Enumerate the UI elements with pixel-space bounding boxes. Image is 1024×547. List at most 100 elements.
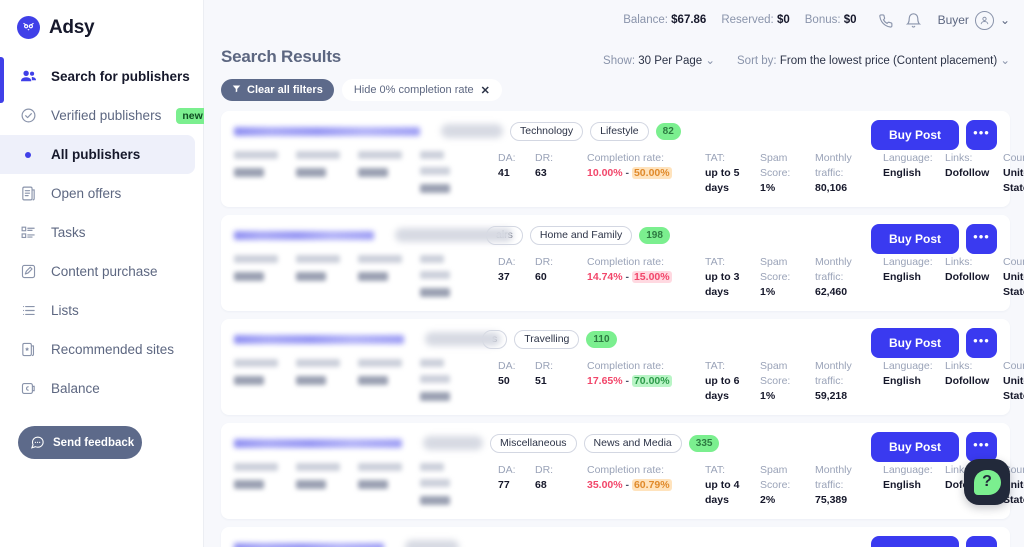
sidebar-item-search-for-publishers[interactable]: Search for publishers ⌄ (0, 57, 212, 96)
monthly-traffic-metric: Monthly traffic: 59,218 (815, 359, 883, 404)
sidebar-item-verified-publishers[interactable]: Verified publishers new (0, 96, 209, 135)
results-header: Search Results Show: 30 Per Page ⌄ Sort … (221, 47, 1010, 67)
monthly-traffic-metric: Monthly traffic: 75,389 (815, 463, 883, 508)
per-page-select[interactable]: Show: 30 Per Page ⌄ (603, 53, 715, 67)
country-metric: Country: United States (1003, 151, 1024, 196)
buy-post-button[interactable]: Buy Post (871, 536, 959, 547)
monthly-traffic-value: 75,389 (815, 494, 848, 506)
phone-icon[interactable] (872, 6, 900, 34)
sidebar-item-lists[interactable]: Lists (0, 291, 195, 330)
long-article-price-redacted (420, 463, 482, 505)
publisher-card[interactable]: Miscellaneous News and Media 335 Buy Pos… (221, 423, 1024, 519)
users-icon (18, 67, 38, 87)
category-tag[interactable]: Lifestyle (590, 121, 649, 141)
category-redacted (395, 228, 513, 242)
links-label: Links: (945, 360, 973, 372)
category-tag[interactable]: News and Media (583, 433, 682, 453)
language-label: Language: (883, 152, 933, 164)
more-options-icon[interactable]: ••• (966, 224, 997, 254)
card-metrics: DA: 50 DR: 51 Completion rate: 17.65% - … (498, 359, 1024, 404)
spam-score-metric: Spam Score: 1% (760, 359, 815, 404)
country-label: Country: (1003, 152, 1024, 164)
chevron-down-icon: ⌄ (705, 55, 715, 67)
help-question-icon[interactable]: ? (964, 459, 1010, 505)
more-options-icon[interactable]: ••• (966, 328, 997, 358)
da-label: DA: (498, 256, 516, 268)
send-feedback-button[interactable]: Send feedback (18, 426, 142, 459)
page-title: Search Results (221, 47, 342, 66)
user-menu[interactable]: Buyer ⌄ (938, 10, 1010, 30)
filter-bar: Clear all filters Hide 0% completion rat… (221, 79, 1010, 101)
site-url-redacted[interactable] (234, 542, 384, 547)
card-body: DA: 41 DR: 63 Completion rate: 10.00% - … (234, 151, 1024, 196)
owl-logo-icon (17, 16, 40, 39)
country-label: Country: (1003, 256, 1024, 268)
publisher-card[interactable]: s Travelling 110 Buy Post ••• (221, 319, 1024, 415)
site-url-redacted[interactable] (234, 334, 404, 344)
completion-rate-high: 15.00% (631, 271, 672, 283)
buy-post-button[interactable]: Buy Post (871, 120, 959, 150)
brand-logo[interactable]: Adsy (0, 0, 203, 57)
close-icon[interactable]: ✕ (481, 84, 490, 97)
sidebar-item-all-publishers[interactable]: All publishers (0, 135, 195, 174)
monthly-traffic-metric: Monthly traffic: 62,460 (815, 255, 883, 300)
publisher-card[interactable]: Technology Lifestyle 82 Buy Post ••• DA:… (221, 111, 1024, 207)
chevron-down-icon: ⌄ (999, 13, 1010, 27)
publisher-card[interactable]: airs Home and Family 198 Buy Post ••• (221, 215, 1024, 311)
sidebar-item-open-offers[interactable]: Open offers (0, 174, 195, 213)
completion-rate-high: 60.79% (631, 479, 672, 491)
publisher-card-partial[interactable]: Buy Post (221, 527, 1010, 547)
bell-icon[interactable] (900, 6, 928, 34)
more-options-icon[interactable]: ••• (966, 120, 997, 150)
country-label: Country: (1003, 360, 1024, 372)
bonus-value: $0 (843, 14, 857, 26)
more-options-icon[interactable]: ••• (966, 432, 997, 462)
completion-rate-low: 35.00% (587, 479, 623, 491)
da-value: 41 (498, 167, 510, 179)
buy-post-button[interactable]: Buy Post (871, 432, 959, 462)
tat-value: up to 5 days (705, 167, 740, 194)
links-metric: Links: Dofollow (945, 255, 1003, 300)
da-label: DA: (498, 360, 516, 372)
tat-metric: TAT: up to 6 days (705, 359, 760, 404)
sort-value: From the lowest price (Content placement… (779, 55, 998, 67)
dr-metric: DR: 60 (535, 255, 587, 300)
country-metric: Country: United States (1003, 359, 1024, 404)
tat-metric: TAT: up to 5 days (705, 151, 760, 196)
sort-select[interactable]: Sort by: From the lowest price (Content … (737, 53, 1010, 67)
dr-value: 63 (535, 167, 547, 179)
country-value: United States (1003, 375, 1024, 402)
completion-rate-label: Completion rate: (587, 464, 665, 476)
sidebar-item-recommended-sites[interactable]: Recommended sites (0, 330, 195, 369)
active-filter-chip[interactable]: Hide 0% completion rate ✕ (341, 79, 502, 101)
clear-all-filters-button[interactable]: Clear all filters (221, 79, 334, 101)
reserved-value: $0 (776, 14, 790, 26)
dr-metric: DR: 63 (535, 151, 587, 196)
article-price-redacted (358, 151, 420, 193)
completion-rate-label: Completion rate: (587, 256, 665, 268)
more-options-icon[interactable] (966, 536, 997, 547)
monthly-traffic-value: 59,218 (815, 390, 848, 402)
chat-icon (29, 435, 45, 451)
category-tag[interactable]: Home and Family (529, 225, 633, 245)
card-actions: Buy Post ••• (871, 432, 997, 462)
buy-post-button[interactable]: Buy Post (871, 224, 959, 254)
price-columns-redacted (234, 151, 482, 193)
buy-post-button[interactable]: Buy Post (871, 328, 959, 358)
tasks-list-icon (18, 223, 38, 243)
category-tag[interactable]: Miscellaneous (490, 433, 577, 453)
category-tag[interactable]: Technology (510, 121, 584, 141)
da-value: 37 (498, 271, 510, 283)
sidebar-item-balance[interactable]: Balance (0, 369, 195, 408)
bonus-label: Bonus: (804, 14, 841, 26)
site-url-redacted[interactable] (234, 126, 420, 136)
site-url-redacted[interactable] (234, 438, 402, 448)
site-url-redacted[interactable] (234, 230, 374, 240)
sidebar-item-tasks[interactable]: Tasks (0, 213, 195, 252)
monthly-traffic-label: Monthly traffic: (815, 152, 852, 179)
sidebar-item-content-purchase[interactable]: Content purchase (0, 252, 195, 291)
spam-score-value: 1% (760, 182, 776, 194)
card-actions: Buy Post ••• (871, 120, 997, 150)
category-tag[interactable]: Travelling (514, 329, 580, 349)
dr-label: DR: (535, 152, 554, 164)
